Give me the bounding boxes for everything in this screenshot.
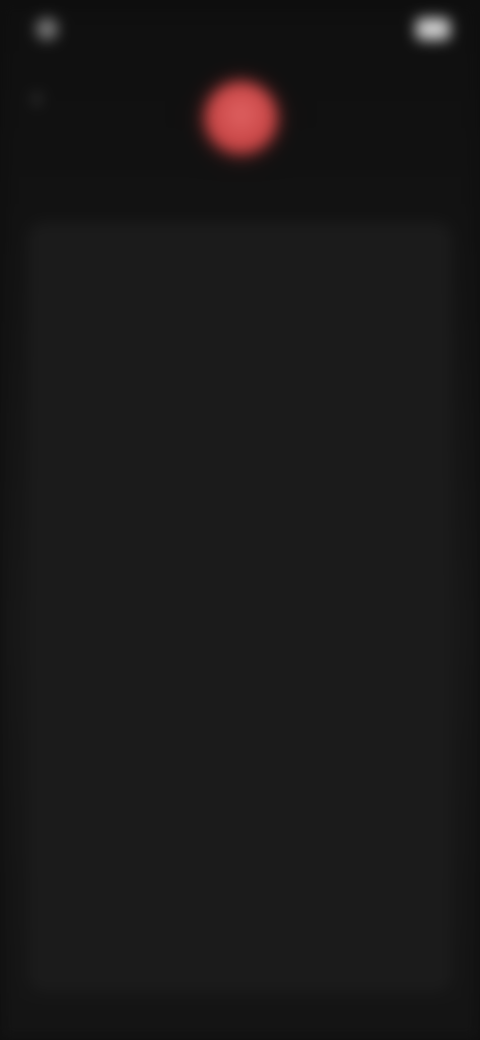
chevron-left-icon[interactable]: ‹: [22, 82, 52, 112]
list-item[interactable]: [28, 606, 452, 702]
list-item[interactable]: [28, 510, 452, 606]
status-right: [406, 18, 450, 40]
list-item[interactable]: [28, 894, 452, 990]
settings-list: [28, 222, 452, 992]
battery-icon: [416, 18, 450, 40]
list-item[interactable]: [28, 318, 452, 414]
status-bar: [0, 0, 480, 60]
list-item[interactable]: [28, 798, 452, 894]
status-app-icon: [36, 18, 58, 40]
list-item[interactable]: [28, 222, 452, 318]
app-avatar-icon: [205, 82, 277, 154]
list-item[interactable]: [28, 414, 452, 510]
list-item[interactable]: [28, 702, 452, 798]
status-left: [36, 18, 68, 40]
screen: ‹: [0, 0, 480, 1040]
